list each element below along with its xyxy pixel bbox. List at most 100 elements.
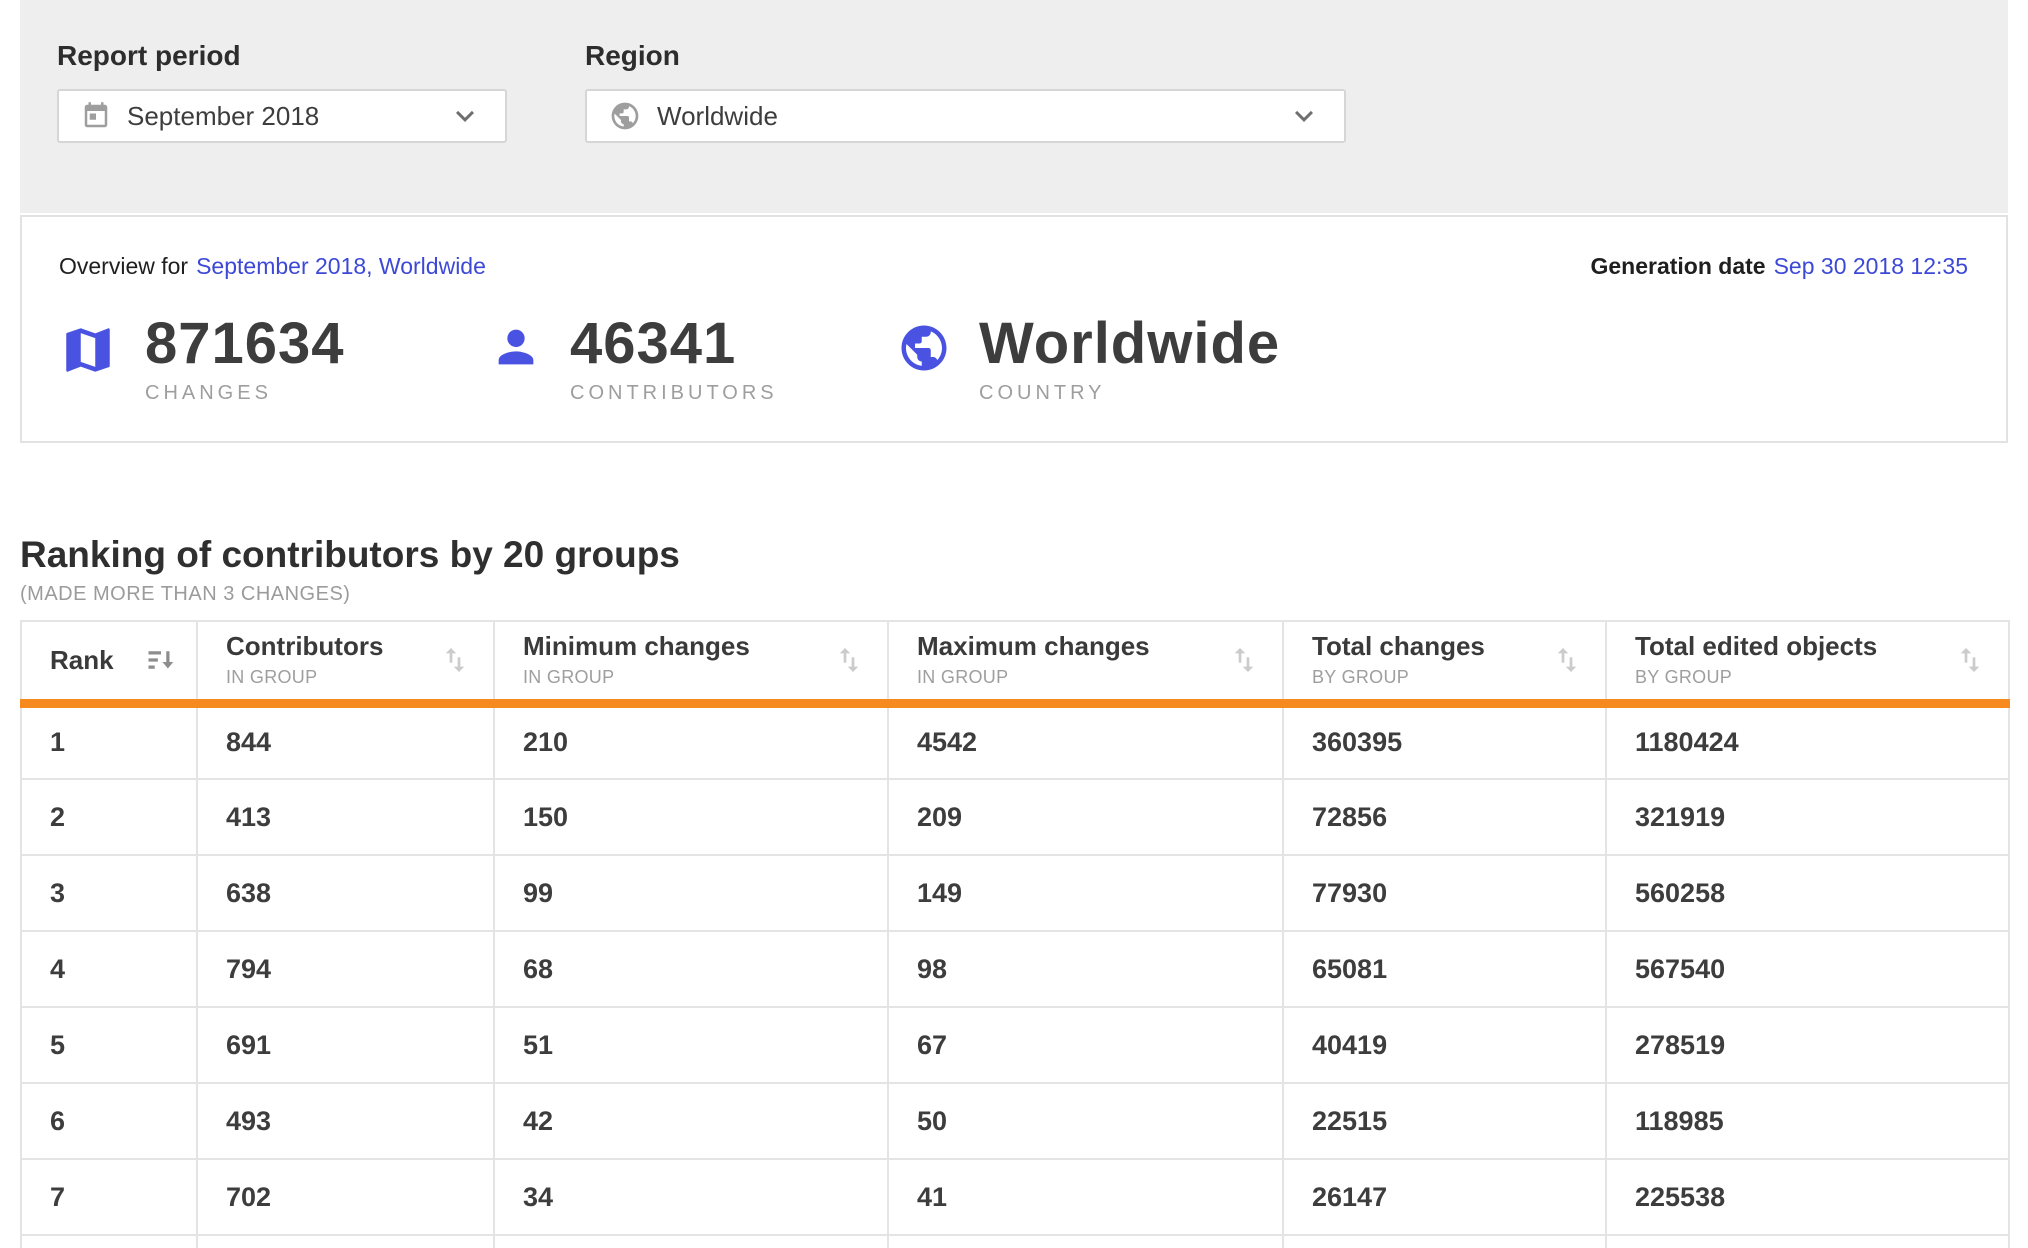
table-cell: 4542: [888, 703, 1283, 779]
sort-toggle-icon: [1551, 644, 1583, 676]
table-cell: 118985: [1606, 1083, 2009, 1159]
table-cell: 321919: [1606, 779, 2009, 855]
person-icon: [490, 321, 542, 373]
stat-changes: 871634 CHANGES: [59, 315, 345, 405]
table-cell: 50: [888, 1083, 1283, 1159]
table-cell: 567540: [1606, 931, 2009, 1007]
table-cell: 6: [21, 1083, 197, 1159]
column-sublabel: IN GROUP: [917, 667, 1150, 688]
column-header-maximum-changes[interactable]: Maximum changes IN GROUP: [888, 621, 1283, 703]
column-label: Rank: [50, 646, 114, 675]
column-header-contributors[interactable]: Contributors IN GROUP: [197, 621, 494, 703]
column-sublabel: IN GROUP: [226, 667, 383, 688]
table-cell: 794: [197, 931, 494, 1007]
generation-date: Generation date Sep 30 2018 12:35: [1590, 253, 1968, 280]
region-label: Region: [585, 40, 1346, 72]
table-row: 241315020972856321919: [21, 779, 2009, 855]
chevron-down-icon: [1286, 98, 1322, 134]
overview-period-link[interactable]: September 2018, Worldwide: [196, 253, 486, 279]
table-cell: 844: [197, 703, 494, 779]
country-label: COUNTRY: [979, 382, 1280, 405]
column-header-total-edited-objects[interactable]: Total edited objects BY GROUP: [1606, 621, 2009, 703]
table-cell: 67: [888, 1007, 1283, 1083]
ranking-subtitle: (MADE MORE THAN 3 CHANGES): [20, 583, 350, 606]
generation-date-label: Generation date: [1590, 253, 1765, 279]
table-cell: 638: [197, 855, 494, 931]
contributors-label: CONTRIBUTORS: [570, 382, 778, 405]
table-cell: 7: [21, 1159, 197, 1235]
report-period-dropdown[interactable]: September 2018: [57, 89, 507, 143]
table-cell: 278519: [1606, 1007, 2009, 1083]
column-header-rank[interactable]: Rank: [21, 621, 197, 703]
table-cell: 22515: [1283, 1083, 1606, 1159]
table-cell: 68: [494, 931, 888, 1007]
table-cell: 4: [21, 931, 197, 1007]
table-row: 7702344126147225538: [21, 1159, 2009, 1235]
ranking-title: Ranking of contributors by 20 groups: [20, 534, 680, 576]
region-value: Worldwide: [657, 101, 778, 132]
table-cell: 77930: [1283, 855, 1606, 931]
table-cell: 360395: [1283, 703, 1606, 779]
table-cell: 149: [888, 855, 1283, 931]
table-cell: 26147: [1283, 1159, 1606, 1235]
column-sublabel: IN GROUP: [523, 667, 750, 688]
overview-card: Overview for September 2018, Worldwide Ge…: [20, 215, 2008, 443]
table-cell: 413: [197, 779, 494, 855]
map-icon: [59, 321, 117, 379]
report-period-value: September 2018: [127, 101, 319, 132]
contributors-count: 46341: [570, 315, 778, 373]
table-cell: 702: [197, 1159, 494, 1235]
report-period-label: Report period: [57, 40, 507, 72]
overview-title: Overview for September 2018, Worldwide: [59, 253, 486, 280]
globe-icon: [897, 321, 951, 375]
column-sublabel: BY GROUP: [1312, 667, 1485, 688]
sort-applied-icon: [146, 645, 176, 675]
generation-date-value[interactable]: Sep 30 2018 12:35: [1774, 253, 1968, 279]
globe-icon: [609, 100, 641, 132]
column-sublabel: BY GROUP: [1635, 667, 1877, 688]
column-header-minimum-changes[interactable]: Minimum changes IN GROUP: [494, 621, 888, 703]
table-cell: 72856: [1283, 779, 1606, 855]
country-name: Worldwide: [979, 315, 1280, 373]
table-cell: 65081: [1283, 931, 1606, 1007]
table-cell: 41: [888, 1159, 1283, 1235]
column-label: Total changes: [1312, 632, 1485, 661]
column-label: Minimum changes: [523, 632, 750, 661]
stat-country: Worldwide COUNTRY: [897, 315, 1280, 405]
sort-toggle-icon: [833, 644, 865, 676]
table-cell: 40419: [1283, 1007, 1606, 1083]
calendar-icon: [81, 101, 111, 131]
table-cell: 98: [888, 931, 1283, 1007]
ranking-table: Rank Contributors IN GROUP Minimum changes I…: [20, 620, 2010, 1248]
table-row: 36389914977930560258: [21, 855, 2009, 931]
table-row: 184421045423603951180424: [21, 703, 2009, 779]
region-dropdown[interactable]: Worldwide: [585, 89, 1346, 143]
table-cell: 150: [494, 779, 888, 855]
column-label: Maximum changes: [917, 632, 1150, 661]
table-row: 6493425022515118985: [21, 1083, 2009, 1159]
chevron-down-icon: [447, 98, 483, 134]
table-cell: 3: [21, 855, 197, 931]
table-cell: 209: [888, 779, 1283, 855]
table-cell: 42: [494, 1083, 888, 1159]
table-cell: 1: [21, 703, 197, 779]
table-row: [21, 1235, 2009, 1248]
table-cell: 691: [197, 1007, 494, 1083]
table-cell: 99: [494, 855, 888, 931]
changes-label: CHANGES: [145, 382, 345, 405]
table-row: 5691516740419278519: [21, 1007, 2009, 1083]
column-header-total-changes[interactable]: Total changes BY GROUP: [1283, 621, 1606, 703]
changes-count: 871634: [145, 315, 345, 373]
table-cell: 210: [494, 703, 888, 779]
filter-panel: Report period September 2018 Region Worl…: [20, 0, 2008, 213]
table-cell: 225538: [1606, 1159, 2009, 1235]
table-cell: 493: [197, 1083, 494, 1159]
column-label: Total edited objects: [1635, 632, 1877, 661]
table-cell: 2: [21, 779, 197, 855]
sort-toggle-icon: [439, 644, 471, 676]
sort-toggle-icon: [1954, 644, 1986, 676]
overview-title-prefix: Overview for: [59, 253, 188, 279]
sort-toggle-icon: [1228, 644, 1260, 676]
column-label: Contributors: [226, 632, 383, 661]
table-row: 4794689865081567540: [21, 931, 2009, 1007]
